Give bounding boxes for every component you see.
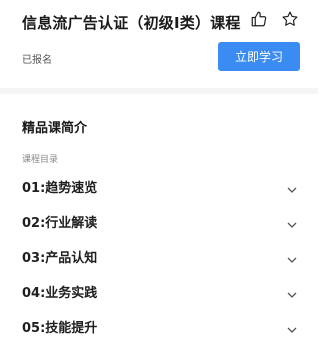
chevron-down-icon <box>286 285 298 298</box>
study-now-button[interactable]: 立即学习 <box>218 42 300 71</box>
course-header: 信息流广告认证（初级I类）课程 已报名 立即学习 <box>0 0 318 92</box>
chapter-label: 02:行业解读 <box>22 216 98 231</box>
favorite-button[interactable] <box>280 11 300 31</box>
chevron-down-icon <box>286 215 298 228</box>
chapter-label: 01:趋势速览 <box>22 181 98 196</box>
chevron-down-icon <box>286 180 298 193</box>
enrolled-status: 已报名 <box>22 55 52 66</box>
chapter-label: 04:业务实践 <box>22 286 98 301</box>
chapter-row[interactable]: 02:行业解读 <box>0 203 318 238</box>
chapter-row[interactable]: 03:产品认知 <box>0 238 318 273</box>
like-button[interactable] <box>249 11 269 31</box>
intro-heading: 精品课简介 <box>22 121 88 136</box>
chapter-row[interactable]: 01:趋势速览 <box>0 168 318 203</box>
chapter-row[interactable]: 04:业务实践 <box>0 273 318 308</box>
thumbs-up-icon <box>250 10 268 32</box>
chevron-down-icon <box>286 250 298 263</box>
chapter-list: 01:趋势速览 02:行业解读 03:产品认知 04:业务实践 05:技能提升 <box>0 168 318 343</box>
chevron-down-icon <box>286 320 298 333</box>
star-icon <box>281 10 299 32</box>
course-title: 信息流广告认证（初级I类）课程 <box>22 14 241 32</box>
catalog-label: 课程目录 <box>22 155 59 165</box>
chapter-label: 05:技能提升 <box>22 321 98 336</box>
chapter-label: 03:产品认知 <box>22 251 98 266</box>
section-divider <box>0 88 318 94</box>
